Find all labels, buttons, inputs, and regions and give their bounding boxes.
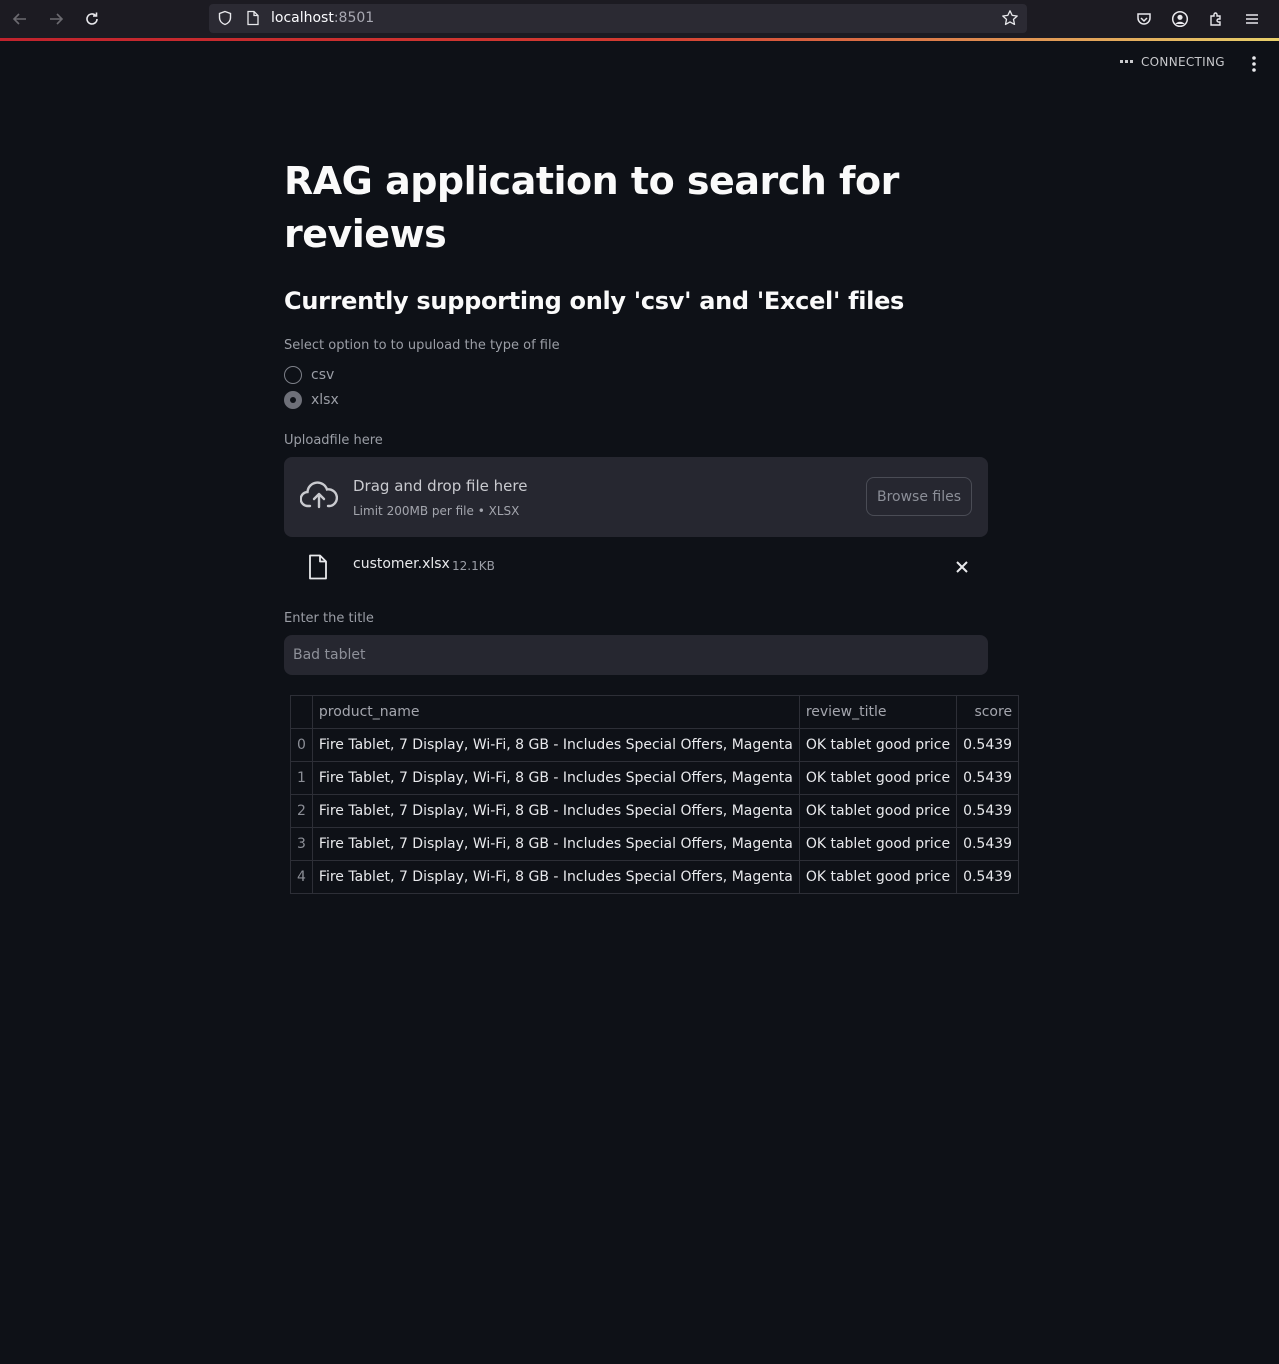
remove-file-icon[interactable] xyxy=(954,559,970,575)
url-host: localhost xyxy=(271,10,334,26)
url-bar[interactable]: localhost:8501 xyxy=(209,4,1027,33)
extensions-icon[interactable] xyxy=(1206,9,1226,29)
cell-review-title[interactable]: OK tablet good price xyxy=(798,827,958,861)
table-header-row: product_name review_title score xyxy=(290,695,1020,729)
cell-product-name[interactable]: Fire Tablet, 7 Display, Wi-Fi, 8 GB - In… xyxy=(311,794,800,828)
results-table: product_name review_title score 0 Fire T… xyxy=(290,695,1020,894)
cell-score[interactable]: 0.5439 xyxy=(956,728,1020,762)
shield-icon[interactable] xyxy=(217,10,233,30)
file-name: customer.xlsx xyxy=(353,556,450,572)
radio-option-csv[interactable]: csv xyxy=(284,366,334,384)
main-menu-icon[interactable] xyxy=(1244,54,1264,74)
reload-icon[interactable] xyxy=(82,9,102,29)
cell-review-title[interactable]: OK tablet good price xyxy=(798,761,958,795)
row-index: 0 xyxy=(290,728,313,762)
cell-score[interactable]: 0.5439 xyxy=(956,860,1020,894)
cell-review-title[interactable]: OK tablet good price xyxy=(798,728,958,762)
table-row: 4 Fire Tablet, 7 Display, Wi-Fi, 8 GB - … xyxy=(290,860,1020,894)
cell-review-title[interactable]: OK tablet good price xyxy=(798,794,958,828)
dropzone-limit: Limit 200MB per file • XLSX xyxy=(353,504,520,518)
cell-score[interactable]: 0.5439 xyxy=(956,827,1020,861)
radio-csv[interactable] xyxy=(284,366,302,384)
title-input-label: Enter the title xyxy=(284,611,374,626)
row-index: 2 xyxy=(290,794,313,828)
header-score[interactable]: score xyxy=(956,695,1020,729)
row-index: 1 xyxy=(290,761,313,795)
pocket-icon[interactable] xyxy=(1134,9,1154,29)
file-icon xyxy=(308,554,328,584)
dots-icon xyxy=(1120,60,1133,63)
back-icon[interactable] xyxy=(10,9,30,29)
row-index: 3 xyxy=(290,827,313,861)
row-index: 4 xyxy=(290,860,313,894)
radio-xlsx-label: xlsx xyxy=(311,392,339,408)
menu-icon[interactable] xyxy=(1242,9,1262,29)
cloud-upload-icon xyxy=(299,480,339,514)
cell-product-name[interactable]: Fire Tablet, 7 Display, Wi-Fi, 8 GB - In… xyxy=(311,728,800,762)
upload-label: Uploadfile here xyxy=(284,433,383,448)
table-row: 0 Fire Tablet, 7 Display, Wi-Fi, 8 GB - … xyxy=(290,728,1020,762)
page-icon[interactable] xyxy=(246,10,260,30)
radio-xlsx[interactable] xyxy=(284,391,302,409)
page-title: RAG application to search for reviews xyxy=(284,159,899,256)
radio-csv-label: csv xyxy=(311,367,335,383)
header-index xyxy=(290,695,313,729)
url-text: localhost:8501 xyxy=(271,10,374,26)
loading-progress-bar xyxy=(0,38,1279,41)
radio-option-xlsx[interactable]: xlsx xyxy=(284,391,339,409)
uploaded-file: customer.xlsx 12.1KB xyxy=(284,550,988,586)
title-input[interactable] xyxy=(284,635,988,675)
dropzone-text: Drag and drop file here xyxy=(353,477,528,495)
table-row: 3 Fire Tablet, 7 Display, Wi-Fi, 8 GB - … xyxy=(290,827,1020,861)
cell-product-name[interactable]: Fire Tablet, 7 Display, Wi-Fi, 8 GB - In… xyxy=(311,827,800,861)
cell-product-name[interactable]: Fire Tablet, 7 Display, Wi-Fi, 8 GB - In… xyxy=(311,860,800,894)
connection-status: CONNECTING xyxy=(1120,55,1225,69)
header-review-title[interactable]: review_title xyxy=(798,695,958,729)
table-row: 2 Fire Tablet, 7 Display, Wi-Fi, 8 GB - … xyxy=(290,794,1020,828)
browser-toolbar: localhost:8501 xyxy=(0,0,1279,38)
cell-score[interactable]: 0.5439 xyxy=(956,794,1020,828)
file-size: 12.1KB xyxy=(452,559,495,573)
file-dropzone[interactable]: Drag and drop file here Limit 200MB per … xyxy=(284,457,988,537)
url-port: :8501 xyxy=(333,10,375,26)
bookmark-star-icon[interactable] xyxy=(1001,9,1019,31)
page-subtitle: Currently supporting only 'csv' and 'Exc… xyxy=(284,287,905,315)
header-product-name[interactable]: product_name xyxy=(311,695,800,729)
forward-icon[interactable] xyxy=(46,9,66,29)
cell-score[interactable]: 0.5439 xyxy=(956,761,1020,795)
table-row: 1 Fire Tablet, 7 Display, Wi-Fi, 8 GB - … xyxy=(290,761,1020,795)
cell-product-name[interactable]: Fire Tablet, 7 Display, Wi-Fi, 8 GB - In… xyxy=(311,761,800,795)
connection-status-text: CONNECTING xyxy=(1141,55,1225,69)
account-icon[interactable] xyxy=(1170,9,1190,29)
file-type-label: Select option to to upuload the type of … xyxy=(284,338,560,353)
browse-files-button[interactable]: Browse files xyxy=(866,477,972,516)
cell-review-title[interactable]: OK tablet good price xyxy=(798,860,958,894)
